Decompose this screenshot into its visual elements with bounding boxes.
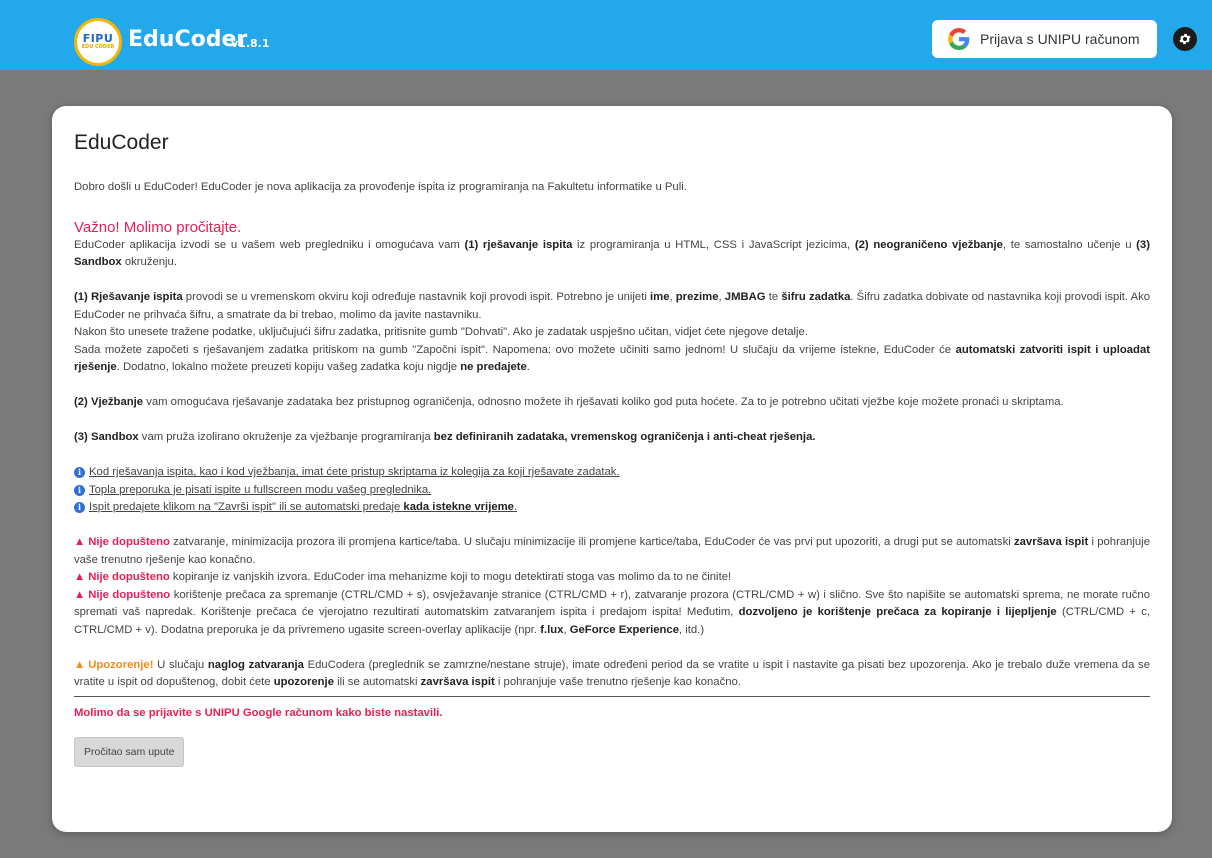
login-prompt: Molimo da se prijavite s UNIPU Google ra…	[74, 706, 443, 719]
sandbox-paragraph: (3) Sandbox vam pruža izolirano okruženj…	[74, 431, 816, 443]
exam-start-paragraph: Sada možete započeti s rješavanjem zadat…	[74, 343, 1150, 374]
sudden-close-warning: ▲ Upozorenje! U slučaju naglog zatvaranja…	[74, 658, 1150, 689]
page-title: EduCoder	[74, 131, 169, 154]
top-bar: FIPU EDU CODER EduCoder v1.8.1 Prijava s…	[0, 0, 1212, 70]
gear-icon	[1179, 33, 1191, 45]
login-label: Prijava s UNIPU računom	[980, 31, 1140, 47]
overview-paragraph: EduCoder aplikacija izvodi se u vašem we…	[74, 238, 1150, 269]
logo[interactable]: FIPU EDU CODER	[74, 18, 122, 66]
rule-tab-switch: ▲ Nije dopušteno zatvaranje, minimizacija…	[74, 536, 1150, 566]
settings-button[interactable]	[1173, 27, 1197, 51]
rule-shortcuts: ▲ Nije dopušteno korištenje prečaca za sp…	[74, 588, 1151, 636]
warning-icon: ▲	[74, 658, 86, 671]
exam-fetch-paragraph: Nakon što unesete tražene podatke, uklju…	[74, 326, 808, 338]
intro-text: Dobro došli u EduCoder! EduCoder je nova…	[74, 181, 687, 193]
info-item: i Topla preporuka je pisati ispite u ful…	[74, 482, 1150, 500]
google-login-button[interactable]: Prijava s UNIPU računom	[932, 20, 1157, 58]
practice-paragraph: (2) Vježbanje vam omogućava rješavanje z…	[74, 396, 1064, 408]
app-name: EduCoder	[128, 27, 248, 52]
acknowledge-button[interactable]: Pročitao sam upute	[74, 736, 185, 767]
logo-bottom-text: EDU CODER	[81, 44, 115, 50]
divider	[74, 695, 1150, 697]
warning-icon: ▲	[74, 571, 86, 583]
rule-copying: ▲ Nije dopušteno kopiranje iz vanjskih iz…	[74, 569, 1150, 587]
important-heading: Važno! Molimo pročitajte.	[74, 218, 242, 236]
google-icon	[948, 28, 970, 50]
info-item: i Ispit predajete klikom na "Završi ispi…	[74, 499, 1150, 517]
info-icon: i	[74, 485, 85, 496]
warning-icon: ▲	[74, 588, 86, 601]
info-item: i Kod rješavanja ispita, kao i kod vježb…	[74, 464, 1150, 482]
app-version: v1.8.1	[231, 37, 270, 50]
logo-top-text: FIPU	[82, 32, 114, 45]
instructions-card: EduCoder Dobro došli u EduCoder! EduCode…	[52, 106, 1172, 832]
info-icon: i	[74, 467, 85, 479]
warning-icon: ▲	[74, 536, 86, 548]
exam-paragraph: (1) Rješavanje ispita provodi se u vreme…	[74, 291, 1151, 321]
info-icon: i	[74, 502, 85, 514]
